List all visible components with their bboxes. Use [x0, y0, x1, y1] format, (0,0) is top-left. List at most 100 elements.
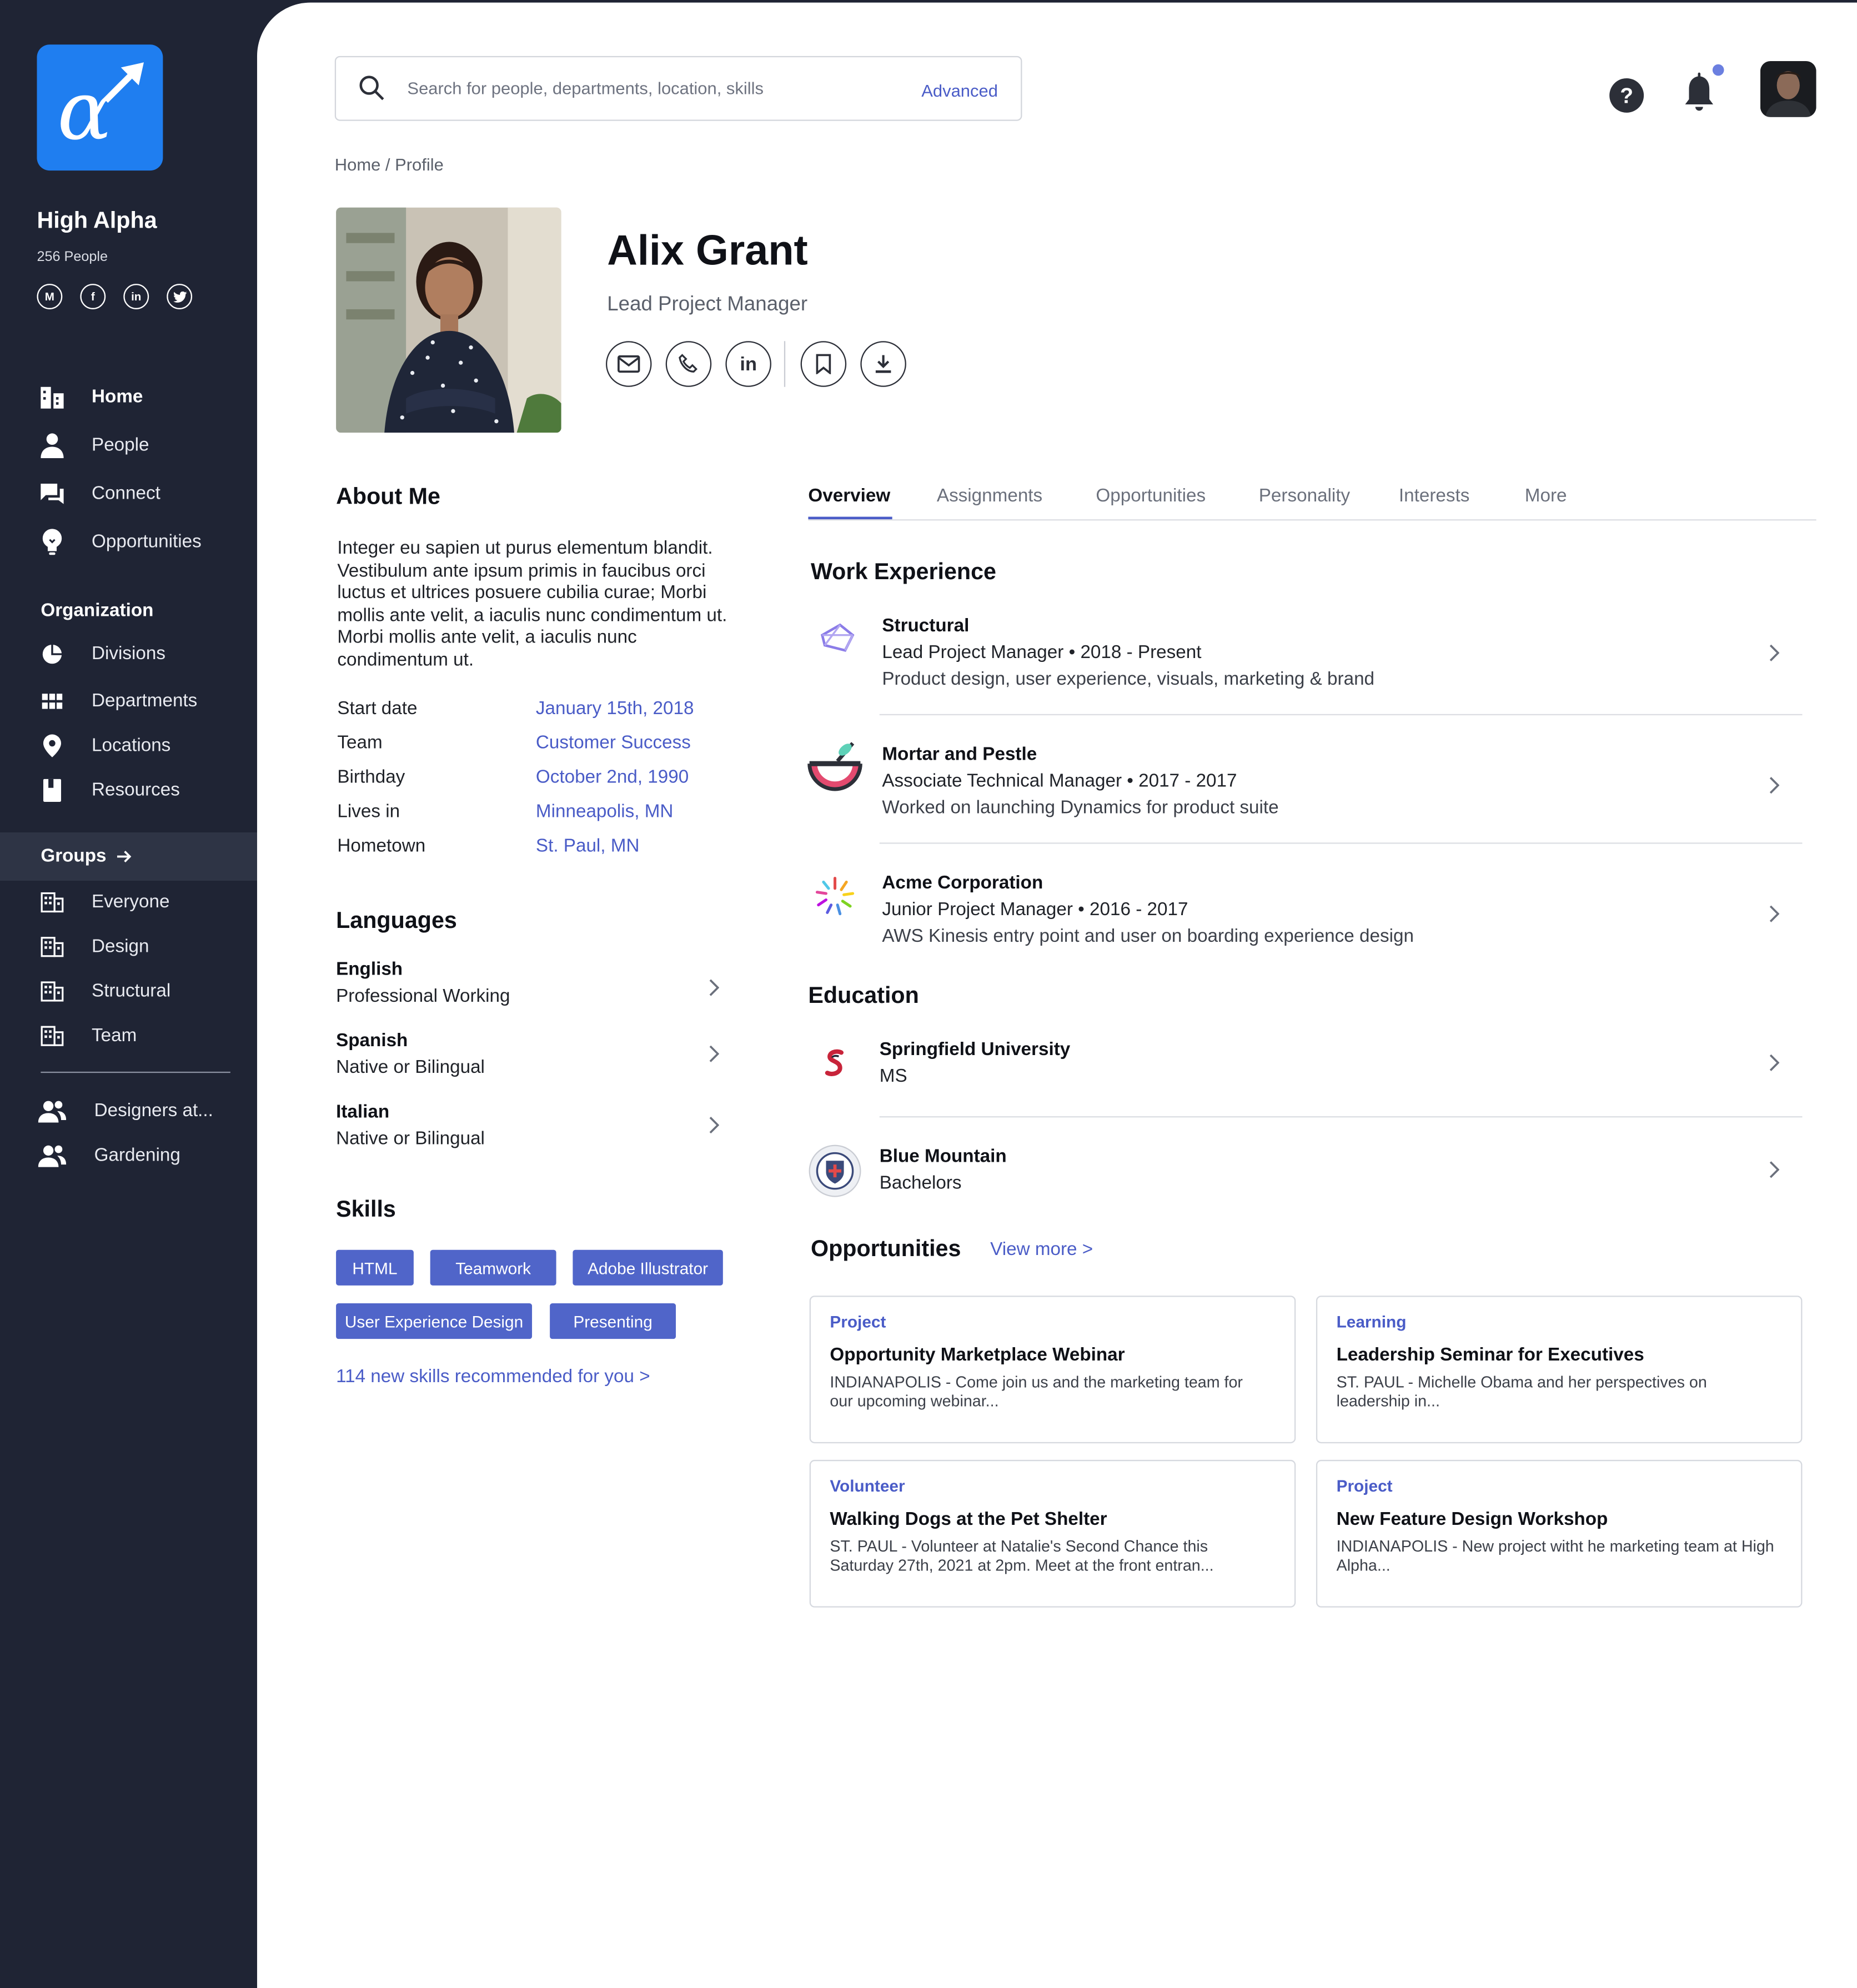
- tab-personality[interactable]: Personality: [1259, 486, 1350, 507]
- skill-chip[interactable]: Presenting: [550, 1303, 676, 1339]
- opportunity-card[interactable]: Project New Feature Design Workshop INDI…: [1316, 1459, 1803, 1608]
- phone-icon: [679, 354, 697, 373]
- download-icon: [875, 355, 891, 373]
- tab-opportunities[interactable]: Opportunities: [1096, 486, 1206, 507]
- medium-icon[interactable]: M: [37, 284, 63, 309]
- tab-assignments[interactable]: Assignments: [937, 486, 1042, 507]
- linkedin-icon[interactable]: in: [123, 284, 149, 309]
- sidebar-item-connect[interactable]: Connect: [37, 479, 160, 509]
- chevron-right-icon[interactable]: [1769, 776, 1780, 794]
- user-avatar[interactable]: [1760, 61, 1816, 117]
- language-name[interactable]: Italian: [336, 1102, 389, 1123]
- language-name[interactable]: English: [336, 960, 403, 980]
- fact-value-lives-in[interactable]: Minneapolis, MN: [536, 802, 674, 822]
- work-company[interactable]: Mortar and Pestle: [882, 745, 1037, 765]
- sidebar-item-label: Divisions: [92, 644, 165, 665]
- org-member-count: 256 People: [37, 249, 108, 265]
- bookmark-icon: [816, 354, 831, 374]
- language-name[interactable]: Spanish: [336, 1031, 408, 1052]
- opportunity-card[interactable]: Volunteer Walking Dogs at the Pet Shelte…: [809, 1459, 1296, 1608]
- opportunities-title: Opportunities: [810, 1236, 961, 1262]
- help-icon[interactable]: ?: [1609, 78, 1644, 120]
- advanced-search-link[interactable]: Advanced: [921, 82, 998, 101]
- chevron-right-icon[interactable]: [1769, 644, 1780, 662]
- tab-interests[interactable]: Interests: [1399, 486, 1469, 507]
- work-company[interactable]: Acme Corporation: [882, 873, 1043, 893]
- skills-title: Skills: [336, 1196, 396, 1222]
- tab-overview[interactable]: Overview: [808, 486, 890, 507]
- sidebar-item-opportunities[interactable]: Opportunities: [37, 527, 202, 558]
- structural-logo-icon: [815, 620, 861, 664]
- twitter-icon[interactable]: [167, 284, 193, 309]
- language-level: Native or Bilingual: [336, 1128, 485, 1149]
- sidebar-item-structural[interactable]: Structural: [37, 976, 170, 1007]
- fact-label: Hometown: [337, 836, 426, 857]
- education-school[interactable]: Springfield University: [880, 1040, 1071, 1061]
- work-company[interactable]: Structural: [882, 616, 969, 636]
- sidebar-item-departments[interactable]: Departments: [37, 686, 197, 716]
- fact-value-team[interactable]: Customer Success: [536, 733, 691, 754]
- chevron-right-icon[interactable]: [1769, 1161, 1780, 1178]
- facebook-icon[interactable]: f: [80, 284, 106, 309]
- people-icon: [37, 1096, 67, 1126]
- book-icon: [37, 775, 67, 806]
- org-social-links: M f in: [37, 284, 193, 309]
- notifications-icon[interactable]: [1682, 64, 1725, 124]
- opportunity-card[interactable]: Project Opportunity Marketplace Webinar …: [809, 1296, 1296, 1444]
- sidebar-item-gardening-group[interactable]: Gardening: [37, 1141, 180, 1171]
- fact-value-start-date[interactable]: January 15th, 2018: [536, 699, 694, 719]
- education-school[interactable]: Blue Mountain: [880, 1147, 1007, 1167]
- email-button[interactable]: [605, 341, 652, 387]
- sidebar-item-people[interactable]: People: [37, 430, 149, 461]
- search-input[interactable]: Search for people, departments, location…: [407, 79, 764, 98]
- sidebar-item-locations[interactable]: Locations: [37, 731, 170, 761]
- skill-chip[interactable]: Adobe Illustrator: [573, 1249, 723, 1286]
- search-bar[interactable]: Search for people, departments, location…: [334, 56, 1022, 121]
- row-divider: [879, 842, 1803, 844]
- blue-mountain-logo-icon: [808, 1144, 861, 1204]
- sidebar: α High Alpha 256 People M f in Home Peop…: [0, 0, 257, 1988]
- sidebar-item-designers-group[interactable]: Designers at...: [37, 1096, 213, 1126]
- work-role: Junior Project Manager • 2016 - 2017: [882, 900, 1188, 921]
- sidebar-section-groups[interactable]: Groups: [41, 846, 132, 867]
- skill-chip[interactable]: HTML: [336, 1249, 414, 1286]
- chevron-right-icon[interactable]: [709, 979, 719, 997]
- email-icon: [618, 355, 640, 373]
- phone-button[interactable]: [665, 341, 712, 387]
- sidebar-item-divisions[interactable]: Divisions: [37, 639, 165, 670]
- sidebar-item-everyone[interactable]: Everyone: [37, 887, 169, 918]
- work-description: AWS Kinesis entry point and user on boar…: [882, 926, 1414, 947]
- arrow-right-icon: [116, 851, 131, 862]
- work-description: Product design, user experience, visuals…: [882, 669, 1375, 690]
- org-logo[interactable]: α: [37, 44, 163, 171]
- skill-chip[interactable]: Teamwork: [430, 1249, 556, 1286]
- springfield-logo-icon: [819, 1047, 852, 1087]
- tab-more[interactable]: More: [1525, 486, 1567, 507]
- skill-chip[interactable]: User Experience Design: [336, 1303, 533, 1339]
- chevron-right-icon[interactable]: [709, 1116, 719, 1134]
- download-button[interactable]: [860, 341, 906, 387]
- sidebar-item-resources[interactable]: Resources: [37, 775, 180, 806]
- recommended-skills-link[interactable]: 114 new skills recommended for you >: [336, 1367, 650, 1388]
- search-icon: [359, 76, 384, 101]
- sidebar-item-home[interactable]: Home: [37, 382, 143, 413]
- fact-value-birthday[interactable]: October 2nd, 1990: [536, 767, 689, 788]
- sidebar-item-label: Gardening: [94, 1145, 180, 1166]
- office-icon: [37, 932, 67, 962]
- chevron-right-icon[interactable]: [1769, 1054, 1780, 1072]
- work-role: Associate Technical Manager • 2017 - 201…: [882, 771, 1237, 792]
- education-degree: Bachelors: [879, 1173, 962, 1194]
- bookmark-button[interactable]: [800, 341, 847, 387]
- opportunity-description: ST. PAUL - Volunteer at Natalie's Second…: [830, 1537, 1214, 1575]
- opportunity-card[interactable]: Learning Leadership Seminar for Executiv…: [1316, 1296, 1803, 1444]
- view-more-link[interactable]: View more >: [990, 1239, 1093, 1260]
- fact-value-hometown[interactable]: St. Paul, MN: [536, 836, 640, 857]
- chevron-right-icon[interactable]: [1769, 905, 1780, 923]
- sidebar-item-team[interactable]: Team: [37, 1021, 137, 1051]
- linkedin-button[interactable]: in: [725, 341, 771, 387]
- opportunity-category: Volunteer: [830, 1476, 905, 1496]
- chevron-right-icon[interactable]: [709, 1045, 719, 1063]
- opportunity-title: Opportunity Marketplace Webinar: [830, 1345, 1125, 1366]
- chat-icon: [37, 479, 67, 509]
- sidebar-item-design[interactable]: Design: [37, 932, 149, 962]
